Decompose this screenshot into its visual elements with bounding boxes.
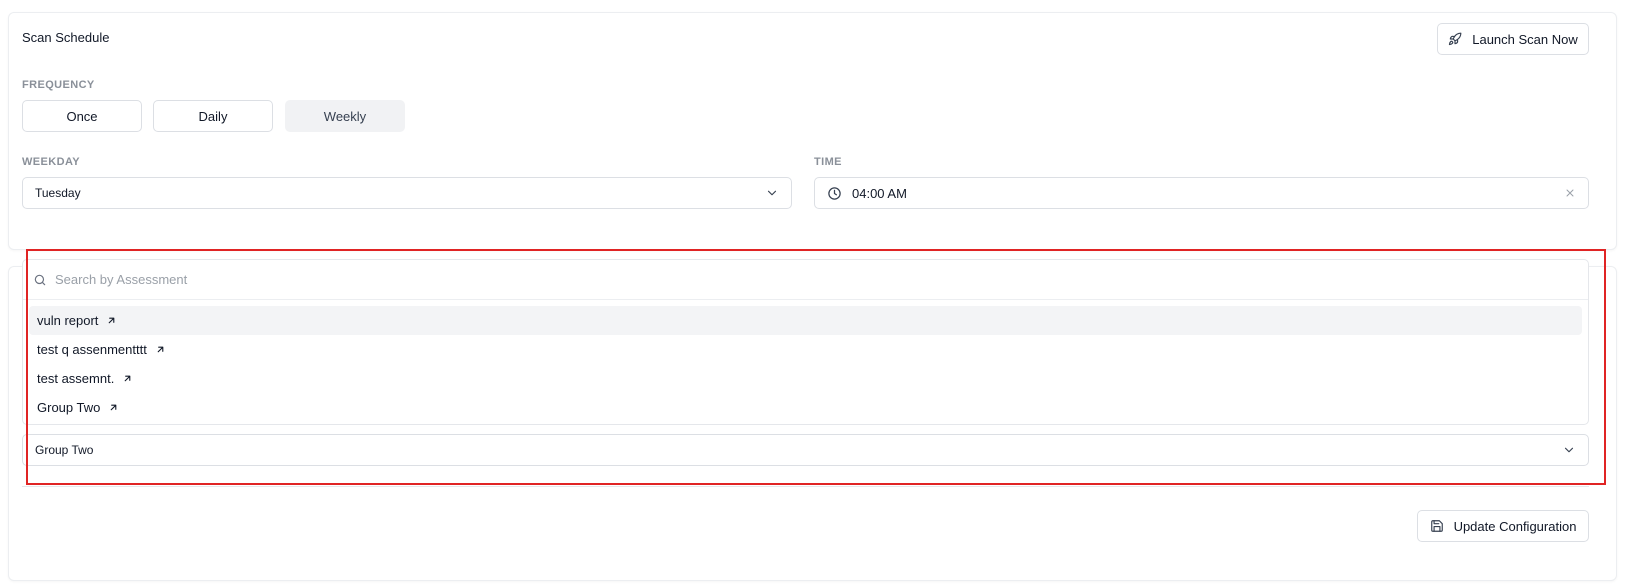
weekday-select[interactable]: Tuesday [22, 177, 792, 209]
assessment-selected-value: Group Two [35, 443, 94, 457]
launch-scan-label: Launch Scan Now [1472, 31, 1578, 47]
divider [22, 486, 1589, 487]
assessment-options-list: vuln report test q assenmentttt test ass… [23, 300, 1588, 422]
assessment-option[interactable]: Group Two [29, 393, 1582, 422]
update-configuration-label: Update Configuration [1453, 518, 1577, 534]
time-label: TIME [814, 156, 842, 168]
frequency-weekly-button[interactable]: Weekly [285, 100, 405, 132]
weekday-label: WEEKDAY [22, 156, 81, 168]
arrow-up-right-icon[interactable] [122, 373, 133, 384]
chevron-down-icon [765, 186, 779, 200]
arrow-up-right-icon[interactable] [108, 402, 119, 413]
assessment-dropdown: vuln report test q assenmentttt test ass… [22, 259, 1589, 425]
assessment-search [23, 260, 1588, 300]
assessment-option-label: vuln report [37, 313, 99, 328]
assessment-option-label: test assemnt. [37, 371, 115, 386]
assessment-search-input[interactable] [55, 272, 1578, 287]
assessment-option[interactable]: vuln report [29, 306, 1582, 335]
time-input[interactable]: 04:00 AM [814, 177, 1589, 209]
clock-icon [827, 186, 842, 201]
assessment-option[interactable]: test q assenmentttt [29, 335, 1582, 364]
section-title: Scan Schedule [22, 30, 110, 45]
chevron-down-icon [1562, 443, 1576, 457]
save-icon [1430, 519, 1444, 533]
search-icon [33, 273, 47, 287]
assessment-option[interactable]: test assemnt. [29, 364, 1582, 393]
close-icon[interactable] [1564, 187, 1576, 199]
update-configuration-button[interactable]: Update Configuration [1417, 510, 1589, 542]
arrow-up-right-icon[interactable] [106, 315, 117, 326]
arrow-up-right-icon[interactable] [155, 344, 166, 355]
launch-scan-button[interactable]: Launch Scan Now [1437, 23, 1589, 55]
frequency-label: FREQUENCY [22, 79, 95, 91]
time-value: 04:00 AM [852, 185, 907, 201]
rocket-icon [1448, 32, 1462, 46]
frequency-daily-button[interactable]: Daily [153, 100, 273, 132]
weekday-value: Tuesday [35, 186, 81, 200]
assessment-select[interactable]: Group Two [22, 434, 1589, 466]
assessment-option-label: Group Two [37, 400, 101, 415]
frequency-once-button[interactable]: Once [22, 100, 142, 132]
assessment-option-label: test q assenmentttt [37, 342, 147, 357]
